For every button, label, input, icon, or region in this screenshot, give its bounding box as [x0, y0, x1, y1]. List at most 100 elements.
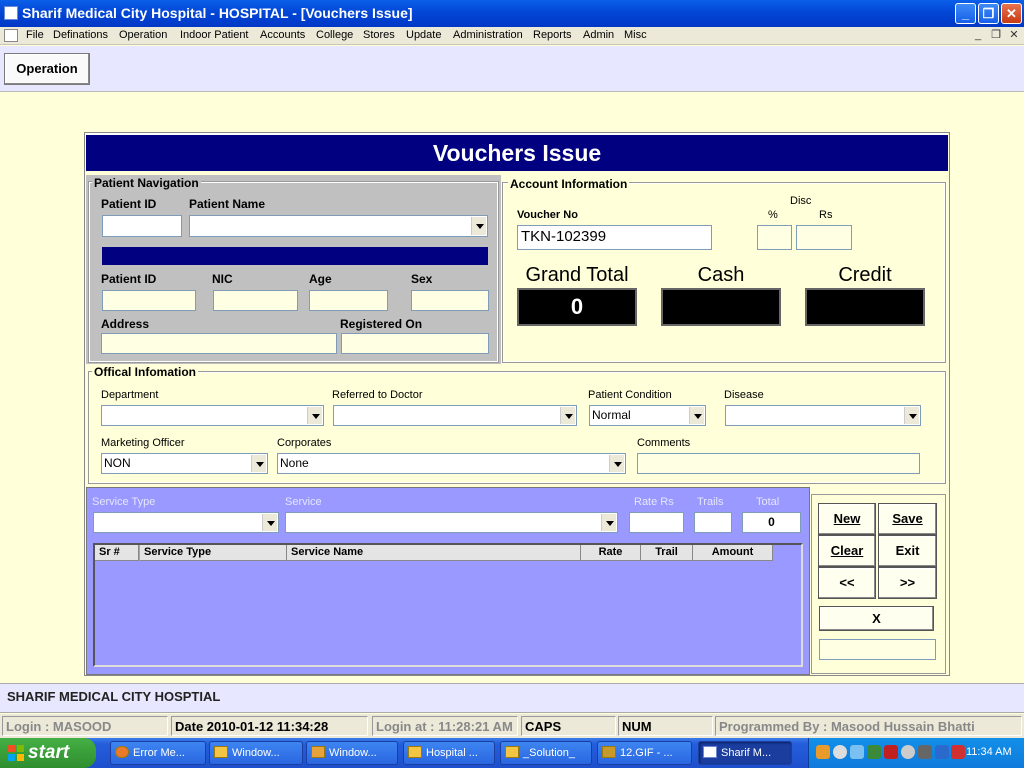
- taskbar-item-error-message[interactable]: Error Me...: [110, 741, 206, 765]
- tray-shield-icon[interactable]: [951, 745, 965, 759]
- taskbar-item-window-2[interactable]: Window...: [306, 741, 398, 765]
- close-button[interactable]: ✕: [1001, 3, 1022, 24]
- chevron-down-icon[interactable]: [307, 407, 322, 424]
- chevron-down-icon[interactable]: [262, 514, 277, 531]
- save-button-label: Save: [892, 511, 923, 526]
- chevron-down-icon[interactable]: [689, 407, 704, 424]
- taskbar-item-solution[interactable]: _Solution_: [500, 741, 592, 765]
- taskbar-item-12-gif[interactable]: 12.GIF - ...: [597, 741, 692, 765]
- next-button[interactable]: >>: [878, 567, 937, 599]
- mdi-close-icon[interactable]: ✕: [1006, 28, 1022, 42]
- total-label: Total: [756, 496, 780, 508]
- folder-icon: [505, 746, 519, 758]
- corporates-select[interactable]: None: [277, 453, 626, 474]
- menu-misc[interactable]: Misc: [624, 29, 647, 41]
- chevron-down-icon[interactable]: [251, 455, 266, 472]
- cash-value[interactable]: [661, 288, 781, 326]
- column-header-rate[interactable]: Rate: [581, 545, 641, 561]
- disc-percent-field[interactable]: [757, 225, 792, 250]
- total-field[interactable]: 0: [742, 512, 801, 533]
- folder-icon: [214, 746, 228, 758]
- action-status-field[interactable]: [819, 639, 936, 660]
- marketing-officer-select[interactable]: NON: [101, 453, 268, 474]
- column-header-sr[interactable]: Sr #: [95, 545, 139, 561]
- mdi-child-icon[interactable]: [4, 29, 18, 42]
- grand-total-value: 0: [517, 288, 637, 326]
- menu-operation[interactable]: Operation: [119, 29, 167, 41]
- menu-file[interactable]: File: [26, 29, 44, 41]
- menu-stores[interactable]: Stores: [363, 29, 395, 41]
- minimize-button[interactable]: _: [955, 3, 976, 24]
- age-field[interactable]: [309, 290, 388, 311]
- services-grid[interactable]: Sr # Service Type Service Name Rate Trai…: [93, 543, 803, 667]
- maximize-button[interactable]: ❐: [978, 3, 999, 24]
- column-header-trail[interactable]: Trail: [641, 545, 693, 561]
- taskbar-item-window-1[interactable]: Window...: [209, 741, 303, 765]
- patient-navigation-title: Patient Navigation: [92, 176, 201, 190]
- tray-display-icon[interactable]: [935, 745, 949, 759]
- menu-admin[interactable]: Admin: [583, 29, 614, 41]
- address-field[interactable]: [101, 333, 337, 354]
- column-header-service-name[interactable]: Service Name: [287, 545, 581, 561]
- mdi-minimize-icon[interactable]: _: [970, 28, 986, 42]
- app-icon: [703, 746, 717, 758]
- patient-id-input[interactable]: [102, 215, 182, 237]
- service-select[interactable]: [285, 512, 618, 533]
- department-select[interactable]: [101, 405, 324, 426]
- taskbar-clock[interactable]: 11:34 AM: [966, 746, 1012, 758]
- column-header-service-type[interactable]: Service Type: [140, 545, 287, 561]
- mdi-restore-icon[interactable]: ❐: [988, 28, 1004, 42]
- nic-field[interactable]: [213, 290, 298, 311]
- clear-button[interactable]: Clear: [818, 535, 876, 567]
- menu-accounts[interactable]: Accounts: [260, 29, 305, 41]
- chevron-down-icon[interactable]: [560, 407, 575, 424]
- sex-field[interactable]: [411, 290, 489, 311]
- chevron-down-icon[interactable]: [601, 514, 616, 531]
- new-button-label: New: [833, 511, 861, 526]
- new-button[interactable]: New: [818, 503, 876, 535]
- tray-clock-icon[interactable]: [833, 745, 847, 759]
- comments-field[interactable]: [637, 453, 920, 474]
- rate-label: Rate Rs: [634, 496, 674, 508]
- patient-id-field[interactable]: [102, 290, 196, 311]
- menu-administration[interactable]: Administration: [453, 29, 523, 41]
- patient-name-combo[interactable]: [189, 215, 488, 237]
- chevron-down-icon[interactable]: [904, 407, 919, 424]
- delete-row-button[interactable]: X: [819, 606, 934, 631]
- app-icon[interactable]: [4, 6, 18, 20]
- save-button[interactable]: Save: [878, 503, 937, 535]
- voucher-no-field[interactable]: TKN-102399: [517, 225, 712, 250]
- disease-select[interactable]: [725, 405, 921, 426]
- disc-label: Disc: [790, 195, 812, 207]
- referred-to-doctor-select[interactable]: [333, 405, 577, 426]
- credit-value[interactable]: [805, 288, 925, 326]
- tray-messenger-icon[interactable]: [901, 745, 915, 759]
- chevron-down-icon[interactable]: [609, 455, 624, 472]
- tray-antivirus-icon[interactable]: [884, 745, 898, 759]
- chevron-down-icon[interactable]: [471, 217, 486, 235]
- tray-network-icon[interactable]: [850, 745, 864, 759]
- department-label: Department: [101, 389, 159, 401]
- exit-button[interactable]: Exit: [878, 535, 937, 567]
- rate-input[interactable]: [629, 512, 684, 533]
- disc-rs-field[interactable]: [796, 225, 852, 250]
- menu-definations[interactable]: Definations: [53, 29, 108, 41]
- operation-button[interactable]: Operation: [4, 53, 90, 85]
- menu-update[interactable]: Update: [406, 29, 441, 41]
- registered-on-field[interactable]: [341, 333, 489, 354]
- voucher-no-label: Voucher No: [517, 209, 578, 221]
- menu-college[interactable]: College: [316, 29, 353, 41]
- tray-volume-icon[interactable]: [918, 745, 932, 759]
- marketing-officer-label: Marketing Officer: [101, 437, 185, 449]
- taskbar-item-hospital[interactable]: Hospital ...: [403, 741, 495, 765]
- tray-tools-icon[interactable]: [816, 745, 830, 759]
- taskbar-item-sharif[interactable]: Sharif M...: [698, 741, 792, 765]
- tray-security-icon[interactable]: [867, 745, 881, 759]
- column-header-amount[interactable]: Amount: [693, 545, 773, 561]
- patient-condition-select[interactable]: Normal: [589, 405, 706, 426]
- trails-input[interactable]: [694, 512, 732, 533]
- menu-reports[interactable]: Reports: [533, 29, 572, 41]
- service-type-select[interactable]: [93, 512, 279, 533]
- previous-button[interactable]: <<: [818, 567, 876, 599]
- menu-indoor-patient[interactable]: Indoor Patient: [180, 29, 249, 41]
